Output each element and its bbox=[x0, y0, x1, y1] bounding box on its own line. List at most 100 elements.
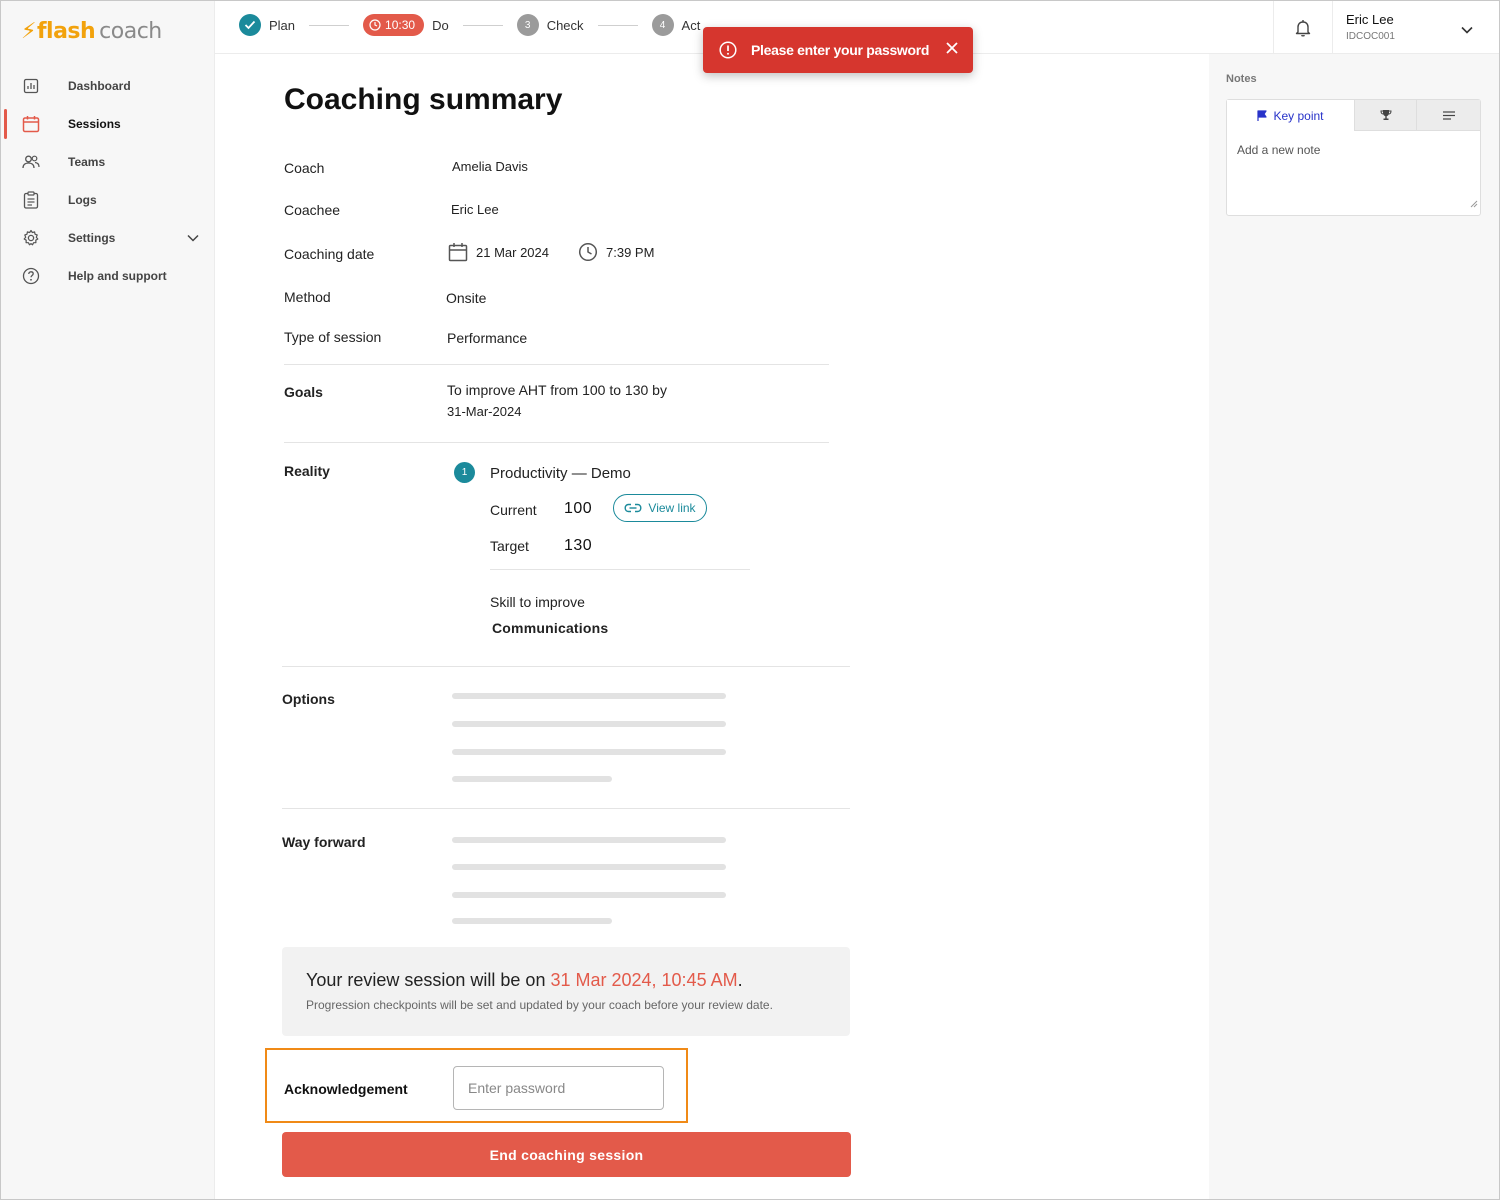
current-label: Current bbox=[490, 502, 537, 518]
flash-coach-logo: ⚡ flash coach bbox=[21, 19, 162, 44]
help-icon bbox=[22, 267, 40, 285]
goals-line-2: 31-Mar-2024 bbox=[447, 404, 522, 419]
sidebar-item-teams[interactable]: Teams bbox=[1, 143, 215, 181]
sidebar-item-dashboard[interactable]: Dashboard bbox=[1, 67, 215, 105]
skill-label: Skill to improve bbox=[490, 594, 585, 610]
step-connector bbox=[309, 24, 350, 26]
tab-label: Key point bbox=[1273, 108, 1324, 123]
date-label: Coaching date bbox=[284, 246, 375, 262]
sidebar-item-sessions[interactable]: Sessions bbox=[1, 105, 215, 143]
step-label: Check bbox=[546, 17, 584, 33]
step-do[interactable]: 10:30 Do bbox=[363, 14, 449, 36]
review-suffix: . bbox=[737, 970, 743, 990]
step-check[interactable]: 3 Check bbox=[516, 14, 584, 36]
reality-title: Productivity — Demo bbox=[490, 465, 631, 482]
skeleton-line bbox=[452, 837, 726, 843]
logo-coach-text: coach bbox=[99, 19, 162, 44]
sidebar-item-settings[interactable]: Settings bbox=[1, 219, 215, 257]
coaching-date: 21 Mar 2024 bbox=[448, 242, 549, 262]
divider bbox=[282, 808, 850, 809]
method-label: Method bbox=[284, 289, 331, 305]
review-note: Progression checkpoints will be set and … bbox=[306, 998, 773, 1012]
time-value: 7:39 PM bbox=[606, 244, 655, 260]
calendar-icon bbox=[448, 243, 468, 262]
coaching-time: 7:39 PM bbox=[578, 242, 654, 262]
notifications-button[interactable] bbox=[1273, 1, 1333, 54]
resize-handle-icon[interactable] bbox=[1470, 195, 1478, 213]
divider bbox=[282, 666, 850, 667]
reality-number: 1 bbox=[454, 462, 475, 483]
notes-tabs: Key point bbox=[1227, 100, 1480, 131]
alert-icon bbox=[719, 41, 737, 59]
step-number: 3 bbox=[516, 14, 539, 36]
type-label: Type of session bbox=[284, 329, 382, 345]
goals-line-1: To improve AHT from 100 to 130 by bbox=[447, 382, 667, 398]
lines-icon bbox=[1442, 110, 1455, 120]
method-value: Onsite bbox=[446, 290, 487, 306]
user-name: Eric Lee bbox=[1346, 12, 1394, 27]
user-menu[interactable]: Eric Lee IDCOC001 bbox=[1346, 12, 1395, 42]
sidebar-item-label: Teams bbox=[68, 155, 106, 169]
password-input[interactable] bbox=[453, 1066, 664, 1110]
view-link-label: View link bbox=[648, 501, 696, 515]
toast-message: Please enter your password bbox=[751, 42, 930, 58]
chevron-down-icon[interactable] bbox=[187, 231, 199, 245]
skill-value: Communications bbox=[492, 620, 609, 636]
error-toast: Please enter your password bbox=[703, 27, 973, 73]
step-label: Plan bbox=[269, 17, 296, 33]
gear-icon bbox=[22, 229, 40, 247]
tab-general-note[interactable] bbox=[1416, 100, 1480, 131]
step-number: 4 bbox=[651, 14, 674, 36]
session-timer: 10:30 bbox=[363, 14, 425, 36]
review-heading: Your review session will be on 31 Mar 20… bbox=[306, 970, 743, 991]
people-icon bbox=[22, 153, 40, 171]
sidebar-item-label: Settings bbox=[68, 231, 116, 245]
sidebar-nav: Dashboard Sessions Teams Logs Settings H… bbox=[1, 67, 215, 295]
bell-icon bbox=[1295, 19, 1311, 36]
link-icon bbox=[624, 503, 642, 513]
sidebar-item-logs[interactable]: Logs bbox=[1, 181, 215, 219]
main-content: Coaching summary Coach Amelia Davis Coac… bbox=[215, 54, 1209, 1199]
sidebar-item-label: Logs bbox=[68, 193, 97, 207]
options-label: Options bbox=[282, 691, 335, 707]
divider bbox=[490, 569, 750, 570]
step-act[interactable]: 4 Act bbox=[651, 14, 700, 36]
sidebar-item-label: Help and support bbox=[68, 269, 167, 283]
skeleton-line bbox=[452, 776, 612, 782]
skeleton-line bbox=[452, 721, 726, 727]
tab-achievement[interactable] bbox=[1354, 100, 1416, 131]
date-value: 21 Mar 2024 bbox=[476, 244, 549, 260]
sidebar: ⚡ flash coach Dashboard Sessions Teams L… bbox=[1, 1, 215, 1199]
reality-label: Reality bbox=[284, 463, 330, 479]
coachee-value: Eric Lee bbox=[451, 202, 499, 217]
chevron-down-icon[interactable] bbox=[1461, 21, 1473, 39]
view-link-button[interactable]: View link bbox=[613, 494, 707, 522]
chart-icon bbox=[22, 77, 40, 95]
progress-stepper: Plan 10:30 Do 3 Check 4 Act bbox=[239, 14, 700, 36]
tab-key-point[interactable]: Key point bbox=[1227, 100, 1354, 131]
flag-icon bbox=[1257, 109, 1268, 121]
acknowledgement-label: Acknowledgement bbox=[284, 1081, 408, 1097]
review-session-info: Your review session will be on 31 Mar 20… bbox=[282, 947, 850, 1036]
step-plan[interactable]: Plan bbox=[239, 14, 295, 36]
user-id: IDCOC001 bbox=[1346, 31, 1395, 42]
clock-icon bbox=[578, 242, 598, 262]
sidebar-item-label: Sessions bbox=[68, 117, 121, 131]
skeleton-line bbox=[452, 918, 612, 924]
target-label: Target bbox=[490, 538, 529, 554]
check-icon bbox=[239, 14, 261, 36]
sidebar-item-label: Dashboard bbox=[68, 79, 131, 93]
clipboard-icon bbox=[22, 191, 40, 209]
step-connector bbox=[462, 24, 503, 26]
goals-label: Goals bbox=[284, 384, 323, 400]
calendar-icon bbox=[22, 115, 40, 133]
skeleton-line bbox=[452, 749, 726, 755]
timer-value: 10:30 bbox=[385, 18, 416, 32]
new-note-input[interactable] bbox=[1227, 131, 1480, 215]
sidebar-item-help[interactable]: Help and support bbox=[1, 257, 215, 295]
trophy-icon bbox=[1379, 110, 1392, 120]
end-coaching-session-button[interactable]: End coaching session bbox=[282, 1132, 851, 1177]
skeleton-line bbox=[452, 693, 726, 699]
close-icon[interactable] bbox=[945, 41, 959, 58]
step-label: Do bbox=[432, 17, 449, 33]
